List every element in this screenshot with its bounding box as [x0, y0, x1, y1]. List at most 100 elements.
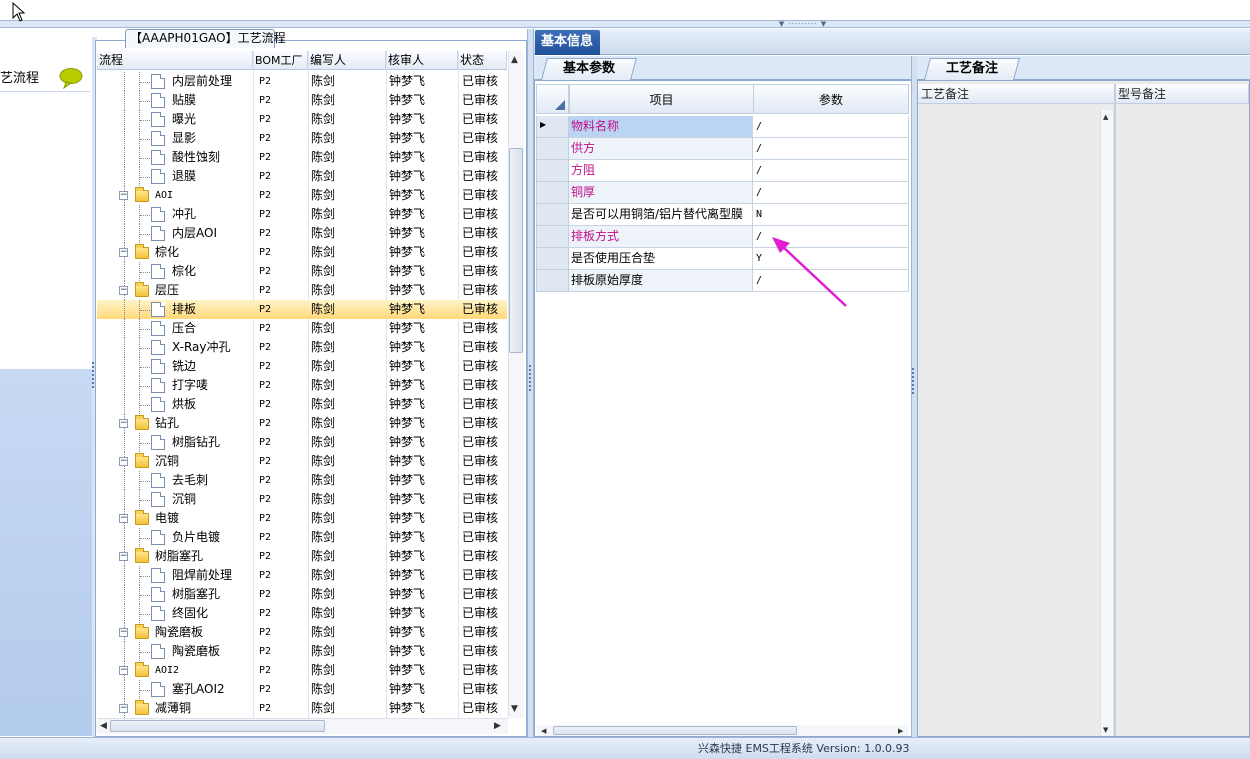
table-row[interactable]: 烘板 P2 陈剑 钟梦飞 已审核 — [97, 395, 507, 414]
table-row[interactable]: − 棕化 P2 陈剑 钟梦飞 已审核 — [97, 243, 507, 262]
row-header[interactable] — [536, 248, 569, 270]
table-row[interactable]: 酸性蚀刻 P2 陈剑 钟梦飞 已审核 — [97, 148, 507, 167]
param-item-cell[interactable]: 是否可以用铜箔/铝片替代离型膜 — [569, 204, 753, 226]
param-item-cell[interactable]: 排板原始厚度 — [569, 270, 753, 292]
table-row[interactable]: 塞孔AOI2 P2 陈剑 钟梦飞 已审核 — [97, 680, 507, 699]
table-row[interactable]: 曝光 P2 陈剑 钟梦飞 已审核 — [97, 110, 507, 129]
collapse-toggle-icon[interactable]: − — [119, 514, 128, 523]
column-header-reviewer[interactable]: 核审人 — [386, 51, 458, 70]
param-value-cell[interactable]: N — [753, 204, 909, 226]
table-row[interactable]: 去毛刺 P2 陈剑 钟梦飞 已审核 — [97, 471, 507, 490]
param-item-cell[interactable]: 是否使用压合垫 — [569, 248, 753, 270]
param-row[interactable]: 物料名称/ — [536, 116, 909, 138]
middle-splitter-grip[interactable] — [529, 365, 532, 391]
collapse-toggle-icon[interactable]: − — [119, 552, 128, 561]
table-row[interactable]: − AOI2 P2 陈剑 钟梦飞 已审核 — [97, 661, 507, 680]
column-header-item[interactable]: 项目 — [569, 84, 754, 114]
table-row[interactable]: 终固化 P2 陈剑 钟梦飞 已审核 — [97, 604, 507, 623]
collapse-toggle-icon[interactable]: − — [119, 419, 128, 428]
table-row[interactable]: 负片电镀 P2 陈剑 钟梦飞 已审核 — [97, 528, 507, 547]
table-row[interactable]: 内层AOI P2 陈剑 钟梦飞 已审核 — [97, 224, 507, 243]
param-item-cell[interactable]: 方阻 — [569, 160, 753, 182]
table-row[interactable]: − 沉铜 P2 陈剑 钟梦飞 已审核 — [97, 452, 507, 471]
table-row[interactable]: 贴膜 P2 陈剑 钟梦飞 已审核 — [97, 91, 507, 110]
table-row[interactable]: 阻焊前处理 P2 陈剑 钟梦飞 已审核 — [97, 566, 507, 585]
table-row[interactable]: − 钻孔 P2 陈剑 钟梦飞 已审核 — [97, 414, 507, 433]
column-header-flow[interactable]: 流程 — [97, 51, 253, 70]
tab-basic-params[interactable]: 基本参数 — [541, 58, 637, 80]
tab-basic-info[interactable]: 基本信息 — [535, 30, 600, 55]
row-header[interactable] — [536, 204, 569, 226]
table-row[interactable]: 冲孔 P2 陈剑 钟梦飞 已审核 — [97, 205, 507, 224]
table-row[interactable]: 压合 P2 陈剑 钟梦飞 已审核 — [97, 319, 507, 338]
row-header[interactable] — [536, 270, 569, 292]
table-row[interactable]: − 减薄铜 P2 陈剑 钟梦飞 已审核 — [97, 699, 507, 718]
table-row[interactable]: 陶瓷磨板 P2 陈剑 钟梦飞 已审核 — [97, 642, 507, 661]
table-row[interactable]: − 电镀 P2 陈剑 钟梦飞 已审核 — [97, 509, 507, 528]
column-header-author[interactable]: 编写人 — [308, 51, 386, 70]
row-header[interactable] — [536, 116, 569, 138]
param-value-cell[interactable]: / — [753, 182, 909, 204]
param-row[interactable]: 方阻 / — [536, 160, 909, 182]
param-item-cell[interactable]: 物料名称 — [569, 116, 753, 138]
param-item-cell[interactable]: 排板方式 — [569, 226, 753, 248]
scroll-up-arrow-icon[interactable]: ▲ — [511, 55, 518, 65]
tree-vertical-scroll-thumb[interactable] — [509, 148, 523, 353]
params-grid-corner[interactable] — [536, 84, 569, 114]
collapse-toggle-icon[interactable]: − — [119, 191, 128, 200]
column-header-param[interactable]: 参数 — [753, 84, 909, 114]
table-row[interactable]: 内层前处理 P2 陈剑 钟梦飞 已审核 — [97, 72, 507, 91]
nav-item-process-flow[interactable]: 艺流程 — [0, 63, 90, 91]
table-row[interactable]: − 树脂塞孔 P2 陈剑 钟梦飞 已审核 — [97, 547, 507, 566]
top-splitter-grip[interactable]: ▼ ········· ▼ — [770, 21, 836, 28]
scroll-down-arrow-icon[interactable]: ▼ — [511, 704, 518, 714]
param-value-cell[interactable]: / — [753, 138, 909, 160]
param-row[interactable]: 供方 / — [536, 138, 909, 160]
params-horizontal-scroll-thumb[interactable] — [553, 726, 797, 735]
scroll-left-arrow-icon[interactable]: ◀ — [100, 721, 107, 731]
scroll-left-arrow-icon[interactable]: ◀ — [541, 726, 546, 736]
column-header-model-remarks[interactable]: 型号备注 — [1115, 84, 1249, 104]
param-value-cell[interactable]: / — [753, 160, 909, 182]
param-row[interactable]: 是否可以用铜箔/铝片替代离型膜 N — [536, 204, 909, 226]
scroll-down-arrow-icon[interactable]: ▼ — [1103, 725, 1108, 735]
scroll-right-arrow-icon[interactable]: ▶ — [898, 726, 903, 736]
tab-process-remarks[interactable]: 工艺备注 — [924, 58, 1020, 80]
collapse-toggle-icon[interactable]: − — [119, 666, 128, 675]
right-splitter-grip[interactable] — [912, 368, 915, 394]
top-splitter[interactable] — [0, 20, 1250, 28]
column-header-process-remarks[interactable]: 工艺备注 — [918, 84, 1115, 104]
table-row[interactable]: 排板 P2 陈剑 钟梦飞 已审核 — [97, 300, 507, 319]
table-row[interactable]: X-Ray冲孔 P2 陈剑 钟梦飞 已审核 — [97, 338, 507, 357]
table-row[interactable]: 棕化 P2 陈剑 钟梦飞 已审核 — [97, 262, 507, 281]
param-item-cell[interactable]: 供方 — [569, 138, 753, 160]
table-row[interactable]: − 层压 P2 陈剑 钟梦飞 已审核 — [97, 281, 507, 300]
table-row[interactable]: 打字唛 P2 陈剑 钟梦飞 已审核 — [97, 376, 507, 395]
table-row[interactable]: − AOI P2 陈剑 钟梦飞 已审核 — [97, 186, 507, 205]
table-row[interactable]: 沉铜 P2 陈剑 钟梦飞 已审核 — [97, 490, 507, 509]
param-row[interactable]: 铜厚 / — [536, 182, 909, 204]
row-header[interactable] — [536, 226, 569, 248]
collapse-toggle-icon[interactable]: − — [119, 628, 128, 637]
tree-horizontal-scroll-thumb[interactable] — [110, 720, 325, 732]
table-row[interactable]: − 陶瓷磨板 P2 陈剑 钟梦飞 已审核 — [97, 623, 507, 642]
collapse-toggle-icon[interactable]: − — [119, 248, 128, 257]
column-header-bom[interactable]: BOM工厂 — [253, 51, 308, 70]
collapse-toggle-icon[interactable]: − — [119, 704, 128, 713]
scroll-right-arrow-icon[interactable]: ▶ — [494, 721, 501, 731]
table-row[interactable]: 铣边 P2 陈剑 钟梦飞 已审核 — [97, 357, 507, 376]
row-header[interactable] — [536, 160, 569, 182]
remarks-vertical-scrollbar[interactable] — [1100, 110, 1114, 736]
column-header-status[interactable]: 状态 — [458, 51, 507, 70]
param-item-cell[interactable]: 铜厚 — [569, 182, 753, 204]
collapse-toggle-icon[interactable]: − — [119, 286, 128, 295]
row-header[interactable] — [536, 182, 569, 204]
table-row[interactable]: 树脂钻孔 P2 陈剑 钟梦飞 已审核 — [97, 433, 507, 452]
scroll-up-arrow-icon[interactable]: ▲ — [1103, 112, 1108, 122]
row-header[interactable] — [536, 138, 569, 160]
param-value-cell[interactable]: / — [753, 116, 909, 138]
table-row[interactable]: 退膜 P2 陈剑 钟梦飞 已审核 — [97, 167, 507, 186]
collapse-toggle-icon[interactable]: − — [119, 457, 128, 466]
table-row[interactable]: 显影 P2 陈剑 钟梦飞 已审核 — [97, 129, 507, 148]
table-row[interactable]: 树脂塞孔 P2 陈剑 钟梦飞 已审核 — [97, 585, 507, 604]
